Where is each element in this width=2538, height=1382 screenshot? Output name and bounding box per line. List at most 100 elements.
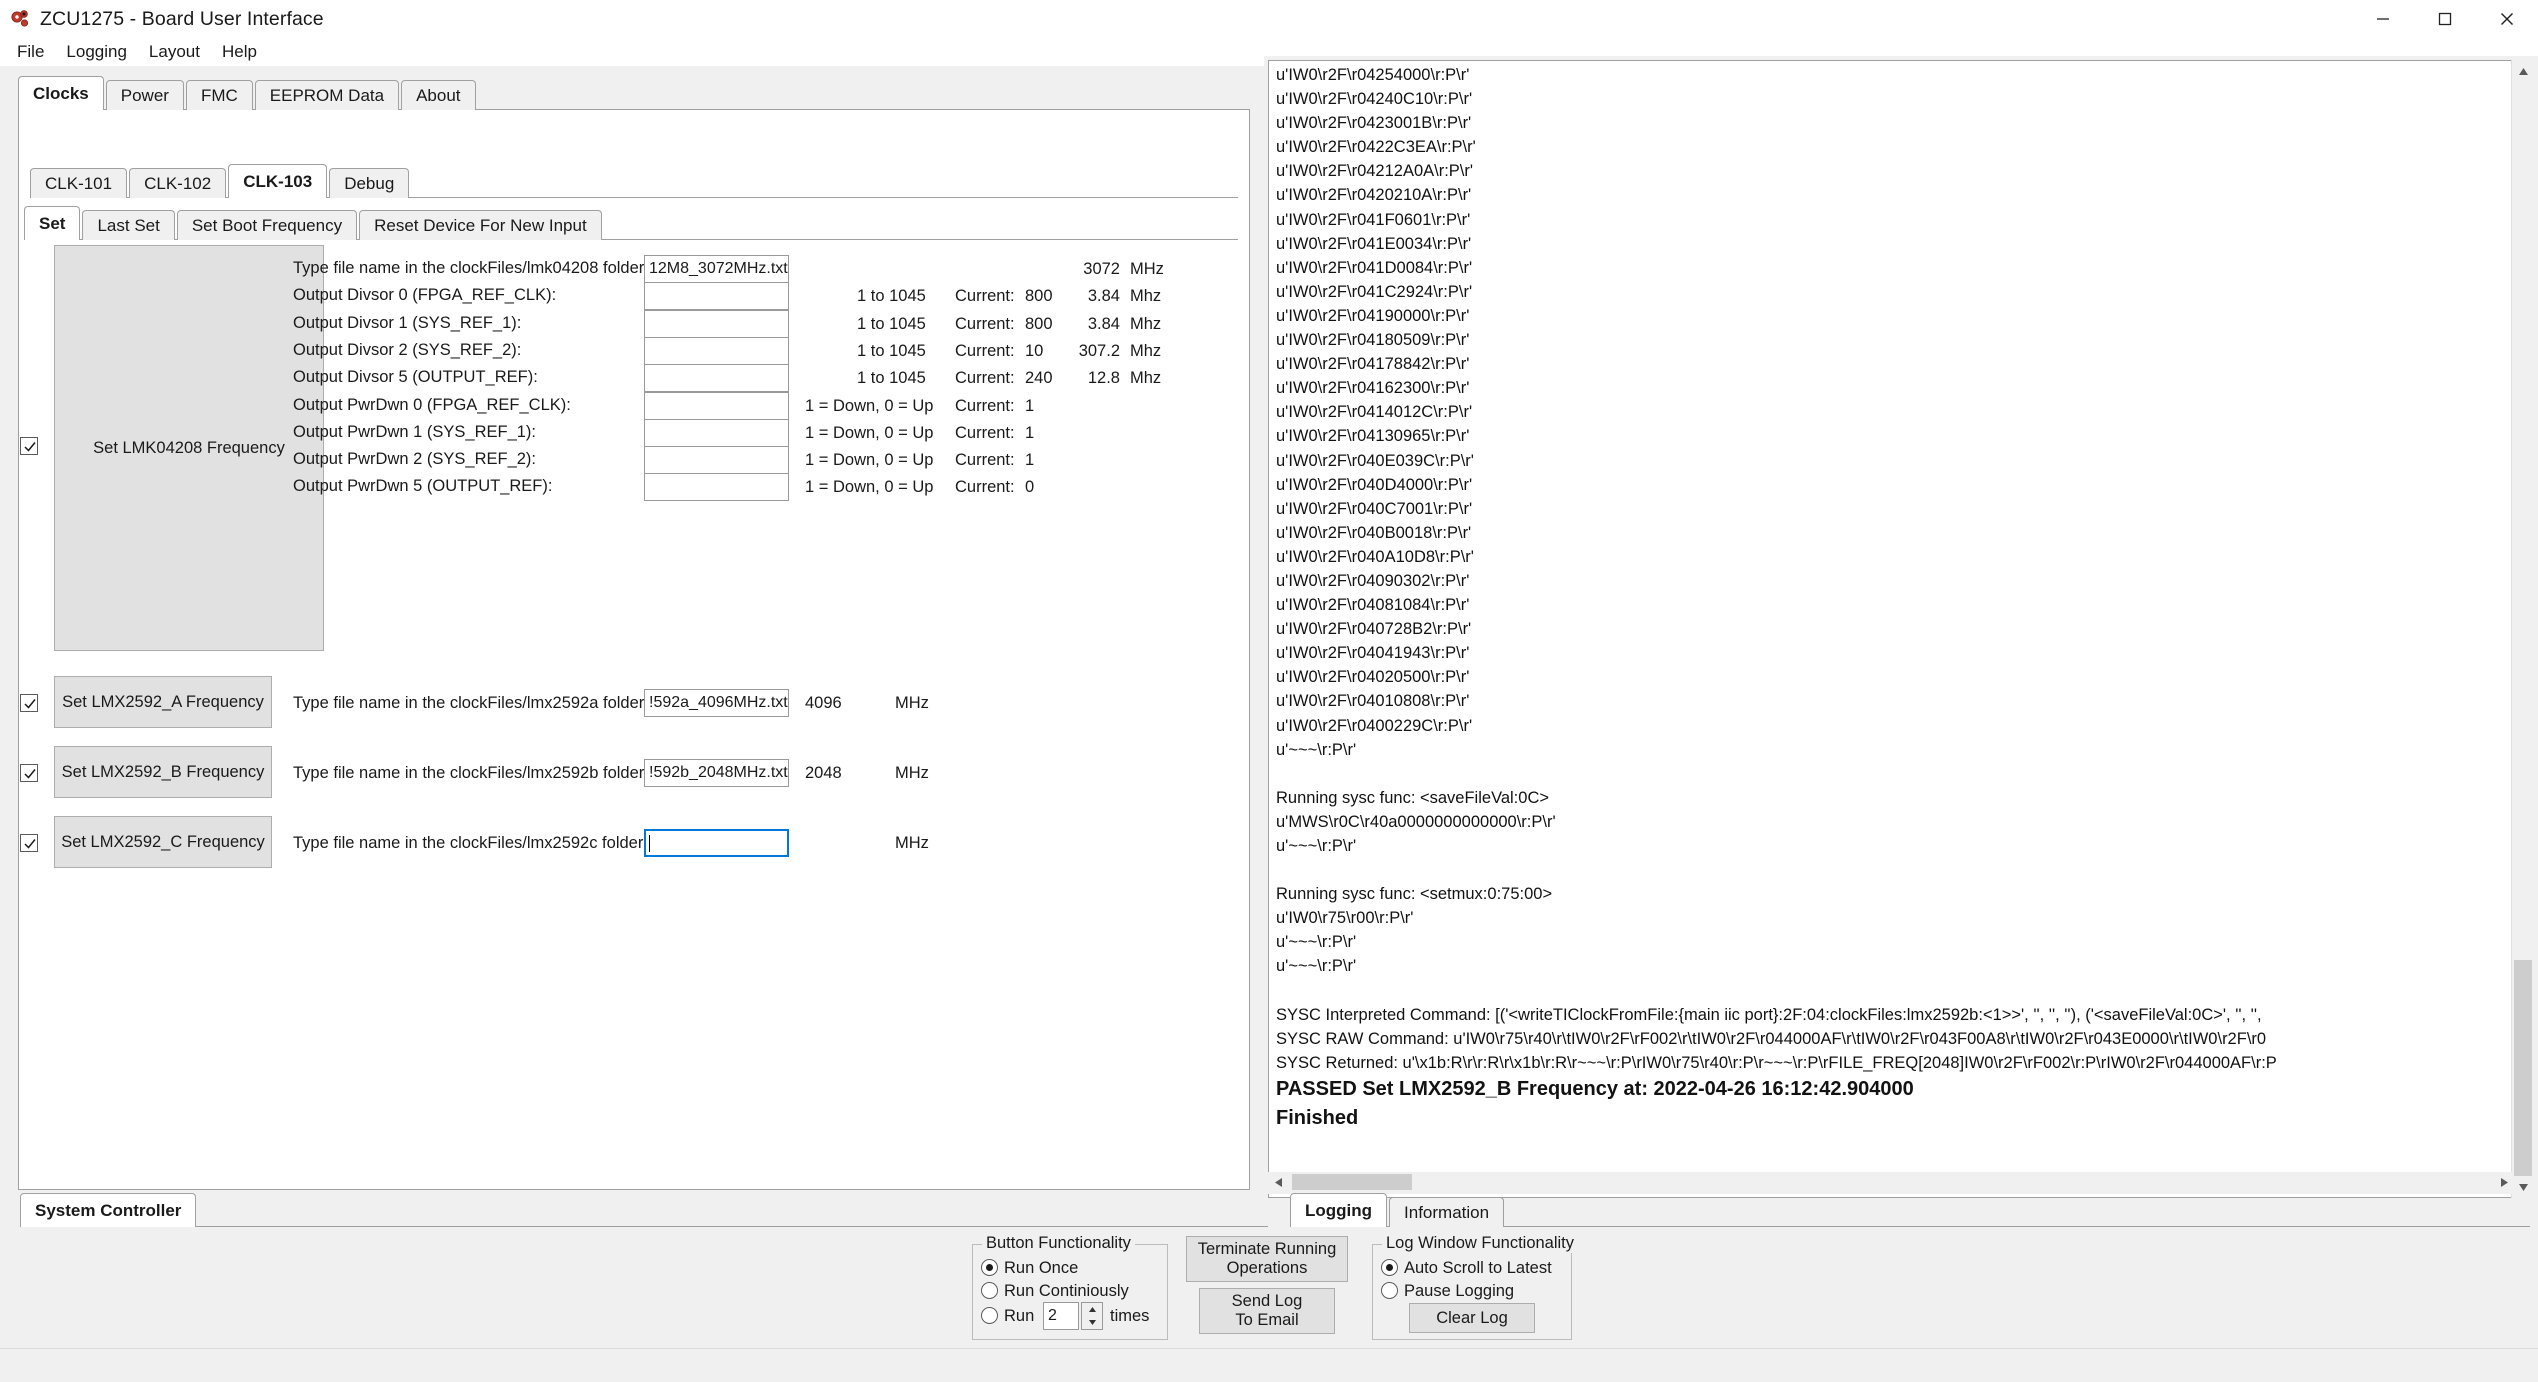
lmk-row-input[interactable] <box>644 309 789 338</box>
lmx-row-input[interactable]: !592a_4096MHz.txt <box>644 689 789 717</box>
menu-item-help[interactable]: Help <box>211 40 268 64</box>
radio-run-once-label: Run Once <box>1004 1259 1079 1277</box>
terminate-label-line2: Operations <box>1226 1259 1308 1277</box>
lmx-row-input[interactable] <box>644 829 789 857</box>
tab-clk-103[interactable]: CLK-103 <box>228 164 328 198</box>
tabs-level3: Set Last Set Set Boot Frequency Reset De… <box>24 206 1240 240</box>
application-window: ZCU1275 - Board User Interface File Logg… <box>0 0 2538 1382</box>
menu-item-layout[interactable]: Layout <box>138 40 211 64</box>
radio-run-continiously-label: Run Continiously <box>1004 1282 1129 1300</box>
lmk-row-label: Output Divsor 2 (SYS_REF_2): <box>293 340 522 359</box>
lmx-row-label: Type file name in the clockFiles/lmx2592… <box>293 694 649 712</box>
lmk-row-label: Output PwrDwn 1 (SYS_REF_1): <box>293 422 537 441</box>
lmk-row-input[interactable]: 12M8_3072MHz.txt <box>644 255 789 283</box>
radio-run-continiously[interactable] <box>981 1282 998 1299</box>
lmk-row-unit: Mhz <box>1130 341 1162 360</box>
lmk-row-frequency: 3.84 <box>1087 314 1120 333</box>
run-times-stepper[interactable] <box>1081 1302 1103 1330</box>
lmk-row-label: Output Divsor 1 (SYS_REF_1): <box>293 313 522 332</box>
tab-clk-102[interactable]: CLK-102 <box>129 168 227 198</box>
tab-clocks[interactable]: Clocks <box>18 76 104 110</box>
lmk-row-current-value: 1 <box>1025 396 1035 415</box>
tab-about[interactable]: About <box>401 80 476 110</box>
run-times-suffix-label: times <box>1110 1307 1150 1325</box>
tab-information[interactable]: Information <box>1389 1197 1505 1227</box>
lmk-row-current-label: Current: <box>955 369 1015 388</box>
radio-run-once[interactable] <box>981 1259 998 1276</box>
lmk-row-unit: MHz <box>1130 260 1164 278</box>
log-panel: u'IW0\r2F\r04254000\r:P\r' u'IW0\r2F\r04… <box>1264 56 2538 1198</box>
lmk04208-checkbox[interactable] <box>20 437 38 455</box>
radio-auto-scroll[interactable] <box>1381 1259 1398 1276</box>
lmk-row-label: Output PwrDwn 2 (SYS_REF_2): <box>293 450 537 469</box>
lmk-row-input[interactable] <box>644 418 789 447</box>
menu-item-logging[interactable]: Logging <box>55 40 138 64</box>
tab-set-boot-frequency[interactable]: Set Boot Frequency <box>176 210 358 240</box>
send-log-to-email-button[interactable]: Send Log To Email <box>1199 1288 1335 1334</box>
lmk-row-label: Output PwrDwn 5 (OUTPUT_REF): <box>293 477 553 496</box>
radio-run-n-times[interactable] <box>981 1307 998 1324</box>
lmx-row-unit: MHz <box>895 764 929 782</box>
close-icon[interactable] <box>2476 0 2538 38</box>
lmk-row-label: Output Divsor 5 (OUTPUT_REF): <box>293 368 538 387</box>
maximize-icon[interactable] <box>2414 0 2476 38</box>
tab-reset-device[interactable]: Reset Device For New Input <box>359 210 602 240</box>
set-lmk04208-frequency-button[interactable]: Set LMK04208 Frequency <box>54 245 324 651</box>
main-content-panel: Clocks Power FMC EEPROM Data About CLK-1… <box>0 66 1264 1196</box>
tab-clk-101[interactable]: CLK-101 <box>30 168 128 198</box>
tab-power[interactable]: Power <box>105 80 184 110</box>
log-result-line: Finished <box>1276 1106 1359 1129</box>
lmx-row-input[interactable]: !592b_2048MHz.txt <box>644 759 789 787</box>
set-lmx2592-frequency-button[interactable]: Set LMX2592_C Frequency <box>54 816 272 868</box>
clear-log-button[interactable]: Clear Log <box>1409 1303 1535 1333</box>
tab-eeprom-data[interactable]: EEPROM Data <box>254 80 400 110</box>
lmk-row-input[interactable] <box>644 336 789 365</box>
scroll-up-icon[interactable] <box>2512 60 2534 82</box>
tab-debug[interactable]: Debug <box>329 168 410 198</box>
tab-system-controller[interactable]: System Controller <box>20 1193 197 1227</box>
log-text: u'IW0\r2F\r04254000\r:P\r' u'IW0\r2F\r04… <box>1276 63 2277 1133</box>
stepper-up-icon[interactable] <box>1082 1303 1102 1316</box>
tabs-log: Logging Information <box>1290 1193 2538 1227</box>
button-functionality-title: Button Functionality <box>982 1234 1135 1253</box>
set-lmx2592-frequency-button[interactable]: Set LMX2592_A Frequency <box>54 676 272 728</box>
log-output-box[interactable]: u'IW0\r2F\r04254000\r:P\r' u'IW0\r2F\r04… <box>1268 60 2514 1198</box>
run-times-input[interactable]: 2 <box>1043 1302 1079 1330</box>
lmx1-checkbox[interactable] <box>20 764 38 782</box>
window-controls <box>2352 0 2538 38</box>
lmk-row-current-label: Current: <box>955 314 1015 333</box>
lmk-row-label: Output Divsor 0 (FPGA_REF_CLK): <box>293 286 557 305</box>
log-hscroll-thumb[interactable] <box>1292 1174 1412 1190</box>
radio-pause-logging[interactable] <box>1381 1282 1398 1299</box>
log-scroll-thumb[interactable] <box>2514 960 2532 1176</box>
menu-item-file[interactable]: File <box>6 40 55 64</box>
lmk-row-input[interactable] <box>644 473 789 502</box>
text-caret <box>649 834 650 852</box>
scroll-right-icon[interactable] <box>2494 1172 2514 1192</box>
lmk-row-frequency: 3.84 <box>1087 287 1120 306</box>
lmk-row-range: 1 = Down, 0 = Up <box>805 396 934 415</box>
title-bar: ZCU1275 - Board User Interface <box>0 0 2538 38</box>
minimize-icon[interactable] <box>2352 0 2414 38</box>
log-horizontal-scrollbar[interactable] <box>1268 1172 2514 1194</box>
lmx2-checkbox[interactable] <box>20 834 38 852</box>
tab-fmc[interactable]: FMC <box>185 80 253 110</box>
scroll-left-icon[interactable] <box>1268 1172 1288 1192</box>
lmk-row-input[interactable] <box>644 364 789 393</box>
tab-logging[interactable]: Logging <box>1290 1193 1388 1227</box>
lmk-row-input[interactable] <box>644 446 789 475</box>
lmk-row-frequency: 307.2 <box>1078 341 1120 360</box>
tab-last-set[interactable]: Last Set <box>82 210 175 240</box>
lmx-row-unit: MHz <box>895 694 929 712</box>
lmk-row-unit: Mhz <box>1130 369 1162 388</box>
tabs-level1: Clocks Power FMC EEPROM Data About <box>18 76 1264 110</box>
tab-set[interactable]: Set <box>24 206 81 240</box>
set-lmx2592-frequency-button[interactable]: Set LMX2592_B Frequency <box>54 746 272 798</box>
log-vertical-scrollbar[interactable] <box>2511 60 2534 1198</box>
lmk-row-range: 1 to 1045 <box>857 314 926 333</box>
stepper-down-icon[interactable] <box>1082 1316 1102 1329</box>
lmx0-checkbox[interactable] <box>20 694 38 712</box>
terminate-running-operations-button[interactable]: Terminate Running Operations <box>1186 1236 1348 1282</box>
lmk-row-input[interactable] <box>644 282 789 311</box>
lmk-row-input[interactable] <box>644 391 789 420</box>
